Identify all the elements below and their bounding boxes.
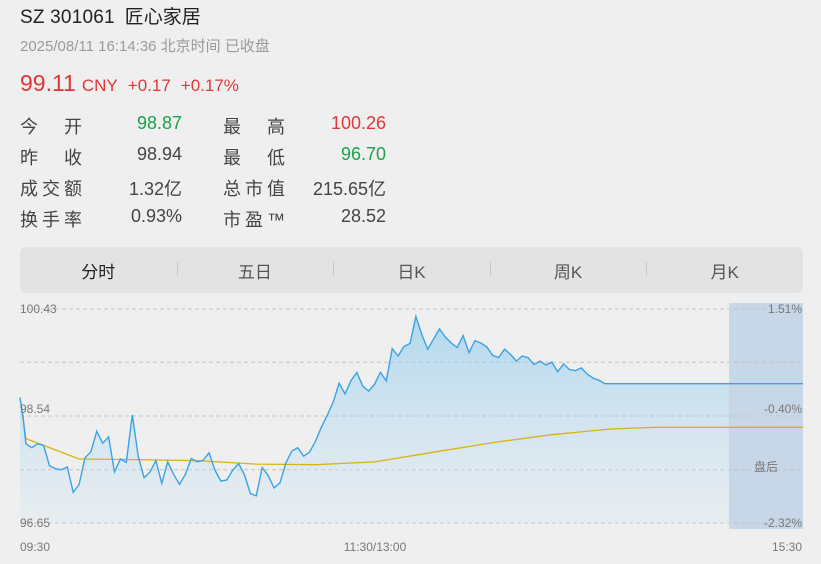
stat-value: 96.70 — [340, 144, 386, 164]
x-tick-close: 15:30 — [772, 540, 802, 554]
stock-name: 匠心家居 — [124, 7, 201, 28]
price-change: +0.17 — [127, 76, 171, 95]
y-tick-right-mid: -0.40% — [764, 402, 802, 416]
stock-title: SZ 301061 匠心家居 — [20, 2, 201, 29]
stats-table: 今开 98.87 最高 100.26 昨收 98.94 最低 96.70 成交额… — [20, 113, 390, 237]
stat-value: 98.94 — [136, 144, 182, 164]
stat-label: 最低 — [223, 148, 285, 168]
stat-value: 98.87 — [136, 113, 182, 133]
chart-period-tabs: 分时 五日 日K 周K 月K — [20, 247, 803, 293]
stats-row: 今开 98.87 最高 100.26 — [20, 113, 390, 144]
stock-code: SZ 301061 — [20, 7, 115, 28]
stat-label: 最高 — [223, 117, 285, 137]
stat-label: 今开 — [20, 117, 82, 137]
stat-value: 215.65亿 — [312, 179, 386, 199]
stat-value: 0.93% — [130, 206, 182, 226]
tab-weekly-k[interactable]: 周K — [489, 258, 647, 283]
currency: CNY — [81, 76, 118, 95]
y-tick-left-bottom: 96.65 — [20, 516, 50, 530]
stat-value: 1.32亿 — [128, 179, 182, 199]
stat-label: 换手率 — [20, 210, 82, 230]
price-row: 99.11 CNY +0.17 +0.17% — [20, 70, 239, 97]
tab-daily-k[interactable]: 日K — [333, 258, 490, 283]
tab-five-day[interactable]: 五日 — [176, 258, 334, 283]
stat-label: 市盈™ — [223, 210, 285, 230]
stats-row: 昨收 98.94 最低 96.70 — [20, 144, 390, 175]
stat-label: 昨收 — [20, 148, 82, 168]
x-tick-open: 09:30 — [20, 540, 50, 554]
stat-label: 总市值 — [223, 179, 285, 199]
y-tick-right-bottom: -2.32% — [764, 516, 802, 530]
y-tick-right-top: 1.51% — [768, 302, 802, 316]
stat-value: 28.52 — [340, 206, 386, 226]
price-area — [20, 316, 729, 523]
y-tick-left-mid: 98.54 — [20, 402, 50, 416]
current-price: 99.11 — [20, 70, 76, 96]
stats-row: 换手率 0.93% 市盈™ 28.52 — [20, 206, 390, 237]
stat-label: 成交额 — [20, 179, 82, 199]
price-change-pct: +0.17% — [180, 76, 239, 95]
timestamp: 2025/08/11 16:14:36 北京时间 已收盘 — [20, 38, 270, 55]
tab-monthly-k[interactable]: 月K — [646, 258, 803, 283]
tab-intraday[interactable]: 分时 — [20, 258, 177, 283]
x-tick-midday: 11:30/13:00 — [344, 540, 407, 554]
stats-row: 成交额 1.32亿 总市值 215.65亿 — [20, 175, 390, 206]
intraday-chart[interactable]: 100.43 98.54 96.65 1.51% -0.40% -2.32% 盘… — [0, 295, 821, 564]
y-tick-left-top: 100.43 — [20, 302, 57, 316]
after-hours-label: 盘后 — [754, 459, 778, 474]
stat-value: 100.26 — [330, 113, 386, 133]
